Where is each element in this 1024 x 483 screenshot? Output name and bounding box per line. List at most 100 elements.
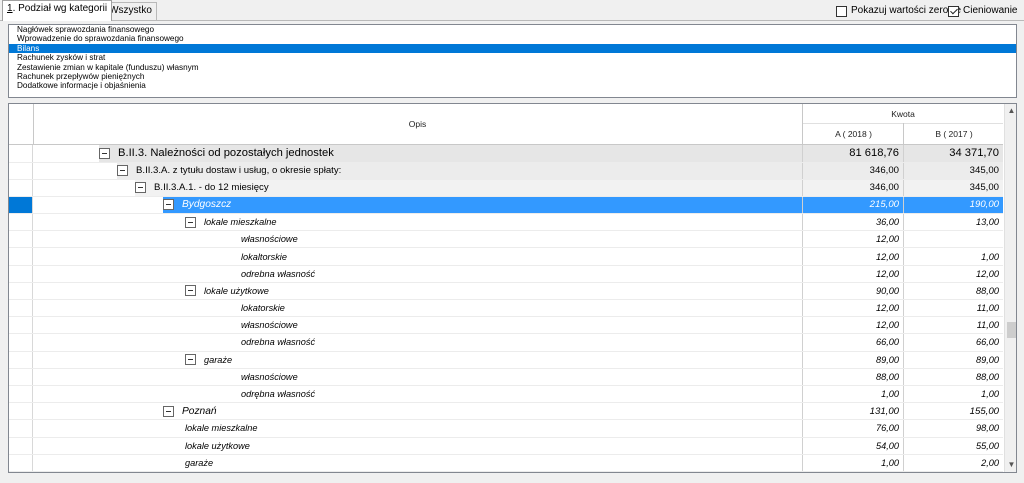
table-row[interactable]: własnościowe 88,00 88,00 (9, 368, 1003, 386)
table-row[interactable]: Poznań 131,00 155,00 (9, 403, 1003, 421)
row-header-cell[interactable] (9, 454, 33, 471)
category-list[interactable]: Nagłówek sprawozdania finansowego Wprowad… (8, 24, 1017, 98)
description-text: garaże (204, 354, 233, 365)
table-row[interactable]: B.II.3. Należności od pozostałych jednos… (9, 145, 1003, 163)
amount-a-cell: 89,00 (802, 351, 903, 368)
minus-box-icon[interactable] (99, 147, 110, 159)
arrow-up-icon[interactable]: ▲ (1007, 106, 1016, 115)
table-row[interactable]: lokale użytkowe 54,00 55,00 (9, 437, 1003, 455)
row-header-cell[interactable] (9, 231, 33, 248)
shading-checkbox[interactable]: Cieniowanie (948, 5, 1017, 17)
minus-box-icon[interactable] (185, 216, 196, 228)
amount-b-cell: 12,00 (903, 265, 1003, 282)
description-text: odrebna własność (241, 337, 316, 348)
description-cell: własnościowe (241, 231, 802, 247)
arrow-down-icon[interactable]: ▼ (1007, 460, 1016, 469)
category-item[interactable]: Rachunek przepływów pieniężnych (9, 72, 1016, 81)
scrollbar-thumb[interactable] (1007, 322, 1016, 338)
amount-b-cell: 155,00 (903, 403, 1003, 420)
amount-a-cell: 12,00 (802, 317, 903, 334)
category-item[interactable]: Dodatkowe informacje i objaśnienia (9, 81, 1016, 90)
row-header-cell[interactable] (9, 368, 33, 385)
column-header-description[interactable]: Opis (33, 104, 802, 144)
show-zero-values-checkbox[interactable]: Pokazuj wartości zerowe (836, 5, 961, 17)
description-text: odrębna własność (241, 389, 316, 400)
table-row[interactable]: lokatorskie 12,00 11,00 (9, 300, 1003, 318)
table-row[interactable]: lokale mieszkalne 36,00 13,00 (9, 214, 1003, 232)
description-cell: lokale mieszkalne (185, 420, 802, 436)
table-row[interactable]: własnościowe 12,00 11,00 (9, 317, 1003, 335)
row-header-cell[interactable] (9, 248, 33, 265)
row-header-cell[interactable] (9, 334, 33, 351)
table-row[interactable]: B.II.3.A. z tytułu dostaw i usług, o okr… (9, 162, 1003, 180)
table-row[interactable]: Bydgoszcz 215,00 190,00 (9, 196, 1003, 215)
amount-a-cell: 1,00 (802, 454, 903, 471)
description-cell: garaże (185, 352, 802, 368)
row-header-cell[interactable] (9, 282, 33, 299)
row-header-cell[interactable] (9, 403, 33, 420)
table-row[interactable]: lokaltorskie 12,00 1,00 (9, 248, 1003, 266)
amount-b-cell: 66,00 (903, 334, 1003, 351)
amount-b-cell: 13,00 (903, 214, 1003, 231)
table-row[interactable]: odrebna własność 66,00 66,00 (9, 334, 1003, 352)
minus-box-icon[interactable] (163, 405, 174, 417)
description-cell: B.II.3.A.1. - do 12 miesięcy (135, 179, 802, 196)
table-row[interactable]: lokale mieszkalne 76,00 98,00 (9, 420, 1003, 438)
amount-a-cell: 215,00 (802, 196, 903, 214)
amount-a-cell: 131,00 (802, 403, 903, 420)
amount-b-cell (903, 231, 1003, 248)
row-header-cell[interactable] (9, 420, 33, 437)
amount-b-cell: 190,00 (903, 196, 1003, 214)
row-header-cell[interactable] (9, 385, 33, 403)
minus-box-icon[interactable] (185, 354, 196, 366)
table-row[interactable]: odrebna własność 12,00 12,00 (9, 265, 1003, 283)
minus-box-icon[interactable] (135, 182, 146, 194)
description-text: B.II.3. Należności od pozostałych jednos… (118, 147, 334, 160)
category-item[interactable]: Wprowadzenie do sprawozdania finansowego (9, 34, 1016, 43)
table-row[interactable]: garaże 89,00 89,00 (9, 351, 1003, 369)
amount-a-cell: 12,00 (802, 231, 903, 248)
category-item[interactable]: Nagłówek sprawozdania finansowego (9, 25, 1016, 34)
amount-a-cell: 88,00 (802, 368, 903, 385)
amount-b-cell: 11,00 (903, 317, 1003, 334)
amount-b-cell: 88,00 (903, 282, 1003, 299)
row-header-cell[interactable] (9, 351, 33, 368)
tab-category-breakdown[interactable]: 1. Podział wg kategorii (2, 0, 113, 21)
table-row[interactable]: garaże 1,00 2,00 (9, 454, 1003, 472)
amount-a-cell: 12,00 (802, 265, 903, 282)
minus-box-icon[interactable] (117, 165, 128, 177)
column-header-a[interactable]: A ( 2018 ) (802, 123, 904, 144)
description-cell: własnościowe (241, 317, 802, 333)
row-header-cell[interactable] (9, 437, 33, 454)
checkbox-box[interactable] (836, 5, 847, 17)
report-grid[interactable]: Opis Kwota A ( 2018 ) B ( 2017 ) B.II.3.… (8, 103, 1017, 473)
column-header-b[interactable]: B ( 2017 ) (903, 123, 1004, 144)
row-header-cell[interactable] (9, 265, 33, 282)
table-row[interactable]: własnościowe 12,00 (9, 231, 1003, 249)
description-cell: odrebna własność (241, 266, 802, 282)
row-header-cell[interactable] (9, 300, 33, 317)
row-header-cell[interactable] (9, 162, 33, 179)
description-text: Poznań (182, 405, 217, 417)
row-header-cell[interactable] (9, 145, 33, 162)
checkbox-box[interactable] (948, 5, 959, 17)
row-header-cell[interactable] (9, 214, 33, 231)
row-header-cell[interactable] (9, 179, 33, 196)
table-row[interactable]: odrębna własność 1,00 1,00 (9, 385, 1003, 404)
category-item[interactable]: Bilans (9, 43, 1016, 54)
table-row[interactable]: lokale użytkowe 90,00 88,00 (9, 282, 1003, 300)
table-row[interactable]: B.II.3.A.1. - do 12 miesięcy 346,00 345,00 (9, 179, 1003, 197)
row-header-cell[interactable] (9, 196, 33, 214)
category-item[interactable]: Zestawienie zmian w kapitale (funduszu) … (9, 63, 1016, 72)
minus-box-icon[interactable] (185, 285, 196, 297)
grid-rows: B.II.3. Należności od pozostałych jednos… (9, 145, 1003, 472)
description-text: lokale użytkowe (204, 285, 269, 296)
description-text: lokatorskie (241, 303, 285, 314)
minus-box-icon[interactable] (163, 199, 174, 211)
row-header-cell[interactable] (9, 317, 33, 334)
amount-b-cell: 98,00 (903, 420, 1003, 437)
checkbox-label: Cieniowanie (963, 5, 1018, 16)
description-cell: B.II.3. Należności od pozostałych jednos… (99, 145, 802, 162)
category-item[interactable]: Rachunek zysków i strat (9, 53, 1016, 62)
vertical-scrollbar[interactable]: ▲ ▼ (1004, 104, 1016, 472)
